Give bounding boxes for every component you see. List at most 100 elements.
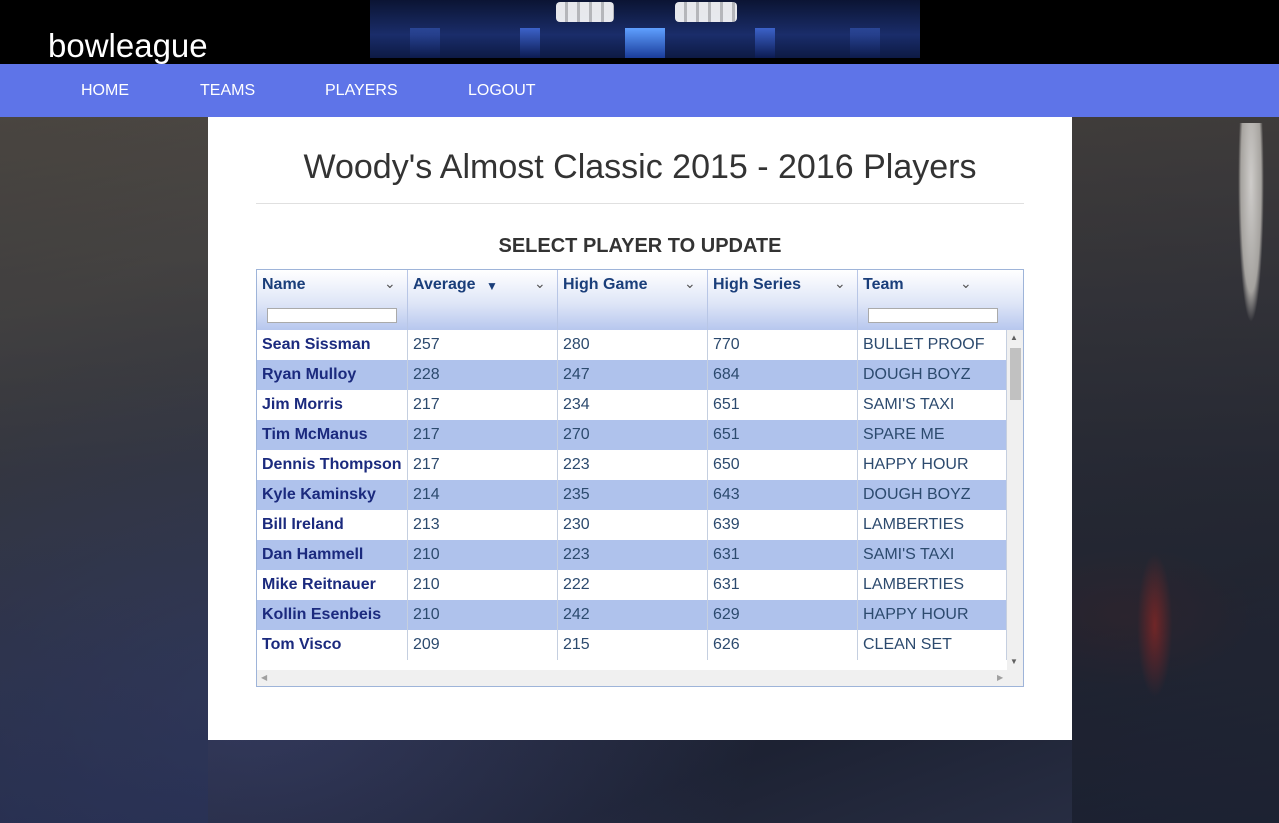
table-row[interactable]: Kollin Esenbeis 210 242 629 HAPPY HOUR [257, 600, 1007, 630]
column-header-high-game[interactable]: High Game ⌄ [558, 270, 708, 330]
average-cell: 210 [408, 540, 558, 570]
high-series-cell: 631 [708, 570, 858, 600]
brand-logo[interactable]: bowleague [48, 26, 208, 66]
scroll-down-icon[interactable]: ▼ [1010, 657, 1018, 666]
table-row[interactable]: Ryan Mulloy 228 247 684 DOUGH BOYZ [257, 360, 1007, 390]
scroll-right-icon[interactable]: ▶ [997, 673, 1003, 682]
column-header-average[interactable]: Average ▼ ⌄ [408, 270, 558, 330]
team-cell: DOUGH BOYZ [858, 480, 1007, 510]
average-cell: 217 [408, 450, 558, 480]
table-row[interactable]: Bill Ireland 213 230 639 LAMBERTIES [257, 510, 1007, 540]
team-cell: LAMBERTIES [858, 510, 1007, 540]
high-series-cell: 651 [708, 390, 858, 420]
high-game-cell: 242 [558, 600, 708, 630]
column-label: High Series [713, 276, 802, 293]
high-series-cell: 651 [708, 420, 858, 450]
column-label: Name [262, 276, 306, 293]
column-label: High Game [563, 276, 648, 293]
chevron-down-icon[interactable]: ⌄ [834, 275, 846, 292]
chevron-down-icon[interactable]: ⌄ [384, 275, 396, 292]
player-name-cell[interactable]: Ryan Mulloy [257, 360, 408, 390]
team-cell: HAPPY HOUR [858, 600, 1007, 630]
high-game-cell: 270 [558, 420, 708, 450]
high-game-cell: 235 [558, 480, 708, 510]
nav-home[interactable]: HOME [81, 64, 129, 117]
scroll-up-icon[interactable]: ▲ [1010, 333, 1018, 342]
scrollbar-corner [1007, 670, 1023, 686]
team-cell: BULLET PROOF [858, 330, 1007, 360]
divider [256, 203, 1024, 204]
high-game-cell: 223 [558, 540, 708, 570]
high-series-cell: 643 [708, 480, 858, 510]
horizontal-scrollbar[interactable]: ◀ ▶ [257, 670, 1007, 686]
player-name-cell[interactable]: Mike Reitnauer [257, 570, 408, 600]
average-cell: 210 [408, 570, 558, 600]
team-cell: SAMI'S TAXI [858, 540, 1007, 570]
high-game-cell: 215 [558, 630, 708, 660]
chevron-down-icon[interactable]: ⌄ [534, 275, 546, 292]
players-grid: Name ⌄ Average ▼ ⌄ High Game ⌄ High Seri… [256, 269, 1024, 687]
high-series-cell: 629 [708, 600, 858, 630]
chevron-down-icon[interactable]: ⌄ [684, 275, 696, 292]
page-title: Woody's Almost Classic 2015 - 2016 Playe… [303, 148, 977, 186]
high-game-cell: 234 [558, 390, 708, 420]
high-game-cell: 222 [558, 570, 708, 600]
bowling-pin-image [1238, 123, 1264, 323]
average-cell: 228 [408, 360, 558, 390]
team-cell: LAMBERTIES [858, 570, 1007, 600]
player-name-cell[interactable]: Tim McManus [257, 420, 408, 450]
sort-descending-icon: ▼ [486, 279, 498, 293]
player-name-cell[interactable]: Jim Morris [257, 390, 408, 420]
high-game-cell: 230 [558, 510, 708, 540]
grid-header: Name ⌄ Average ▼ ⌄ High Game ⌄ High Seri… [257, 270, 1023, 330]
player-name-cell[interactable]: Kyle Kaminsky [257, 480, 408, 510]
column-label: Team [863, 276, 904, 293]
average-cell: 217 [408, 390, 558, 420]
background-left [0, 117, 208, 823]
player-name-cell[interactable]: Bill Ireland [257, 510, 408, 540]
table-row[interactable]: Sean Sissman 257 280 770 BULLET PROOF [257, 330, 1007, 360]
high-series-cell: 770 [708, 330, 858, 360]
name-filter-input[interactable] [267, 308, 397, 323]
table-row[interactable]: Dennis Thompson 217 223 650 HAPPY HOUR [257, 450, 1007, 480]
main-nav: HOME TEAMS PLAYERS LOGOUT [0, 64, 1279, 117]
table-row[interactable]: Dan Hammell 210 223 631 SAMI'S TAXI [257, 540, 1007, 570]
table-row[interactable]: Jim Morris 217 234 651 SAMI'S TAXI [257, 390, 1007, 420]
nav-players[interactable]: PLAYERS [325, 64, 398, 117]
player-name-cell[interactable]: Sean Sissman [257, 330, 408, 360]
team-cell: CLEAN SET [858, 630, 1007, 660]
top-bar: bowleague [0, 0, 1279, 64]
player-name-cell[interactable]: Tom Visco [257, 630, 408, 660]
table-row[interactable]: Tim McManus 217 270 651 SPARE ME [257, 420, 1007, 450]
player-name-cell[interactable]: Dan Hammell [257, 540, 408, 570]
grid-body: Sean Sissman 257 280 770 BULLET PROOF Ryan Mu… [257, 330, 1007, 670]
content-panel: Woody's Almost Classic 2015 - 2016 Playe… [208, 117, 1072, 740]
scroll-left-icon[interactable]: ◀ [261, 673, 267, 682]
average-cell: 217 [408, 420, 558, 450]
team-cell: HAPPY HOUR [858, 450, 1007, 480]
column-header-name[interactable]: Name ⌄ [257, 270, 408, 330]
table-row[interactable]: Mike Reitnauer 210 222 631 LAMBERTIES [257, 570, 1007, 600]
high-series-cell: 639 [708, 510, 858, 540]
banner-image [370, 0, 920, 58]
column-header-team[interactable]: Team ⌄ [858, 270, 1023, 330]
column-header-high-series[interactable]: High Series ⌄ [708, 270, 858, 330]
column-label: Average [413, 276, 476, 293]
average-cell: 257 [408, 330, 558, 360]
player-name-cell[interactable]: Kollin Esenbeis [257, 600, 408, 630]
average-cell: 214 [408, 480, 558, 510]
player-name-cell[interactable]: Dennis Thompson [257, 450, 408, 480]
table-row[interactable]: Kyle Kaminsky 214 235 643 DOUGH BOYZ [257, 480, 1007, 510]
team-cell: SAMI'S TAXI [858, 390, 1007, 420]
scrollbar-thumb[interactable] [1010, 348, 1021, 400]
table-row[interactable]: Tom Visco 209 215 626 CLEAN SET [257, 630, 1007, 660]
high-game-cell: 223 [558, 450, 708, 480]
chevron-down-icon[interactable]: ⌄ [960, 275, 972, 292]
average-cell: 213 [408, 510, 558, 540]
high-series-cell: 650 [708, 450, 858, 480]
vertical-scrollbar[interactable]: ▲ ▼ [1007, 330, 1023, 670]
team-filter-input[interactable] [868, 308, 998, 323]
nav-teams[interactable]: TEAMS [200, 64, 255, 117]
team-cell: DOUGH BOYZ [858, 360, 1007, 390]
nav-logout[interactable]: LOGOUT [468, 64, 536, 117]
